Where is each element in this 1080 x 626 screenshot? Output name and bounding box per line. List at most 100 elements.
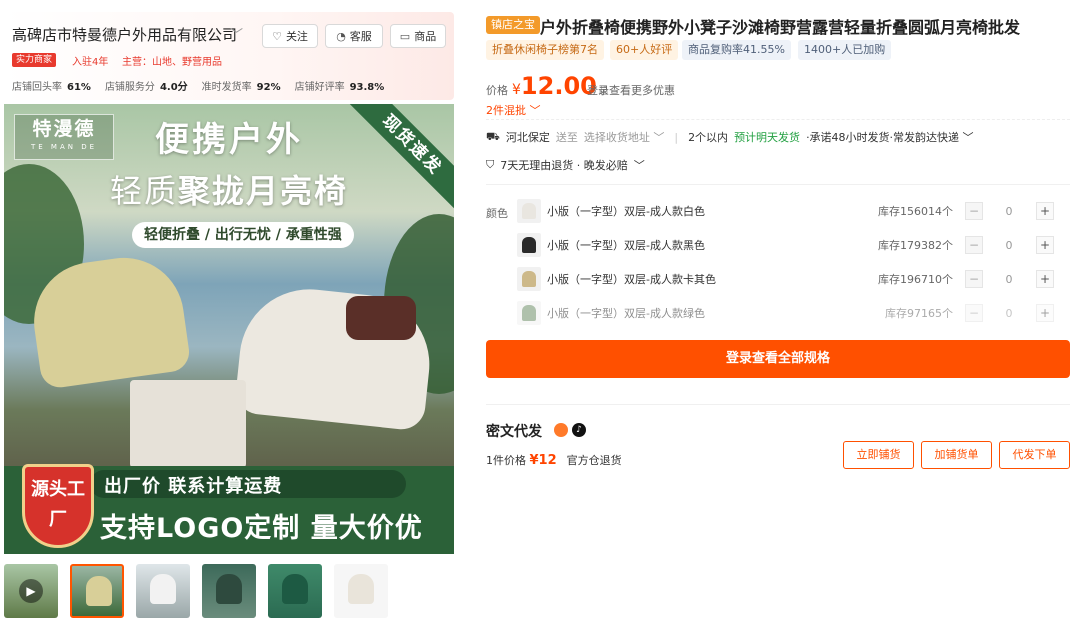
plus-button[interactable]: + (1036, 236, 1054, 254)
sku-row: 小版（一字型）双层-成人款绿色 库存97165个 − 0 + (517, 300, 1070, 326)
follow-button[interactable]: ♡ 关注 (262, 24, 318, 48)
divider (486, 404, 1070, 405)
minus-button[interactable]: − (965, 202, 983, 220)
sku-thumbnail[interactable] (517, 199, 541, 223)
chair-icon (348, 574, 374, 604)
factory-shield-badge: 源头工厂 (22, 464, 94, 548)
expected-ship: 预计明天发货 (734, 131, 801, 144)
thumbnail-image[interactable] (70, 564, 124, 618)
stat-return-rate: 店铺回头率 61% (12, 82, 91, 93)
stat-ontime-rate: 准时发货率 92% (201, 82, 281, 93)
tiktok-icon: ♪ (572, 423, 586, 437)
sku-stock: 库存179382个 (878, 239, 953, 252)
hero-features-pill: 轻便折叠 / 出行无忧 / 承重性强 (132, 222, 354, 248)
minus-button[interactable]: − (965, 304, 983, 322)
products-label: 商品 (414, 30, 437, 43)
thumbnail-image[interactable] (202, 564, 256, 618)
sku-name: 小版（一字型）双层-成人款绿色 (547, 307, 705, 320)
shop-header: 高碑店市特曼德户外用品有限公司 ﹀ ♡ 关注 ◔ 客服 ▭ 商品 实力商家 入驻… (4, 12, 454, 100)
distribute-now-button[interactable]: 立即铺货 (843, 441, 914, 469)
chair-icon (522, 271, 536, 287)
product-main-image[interactable]: 特漫德 TE MAN DE 便携户外 轻质聚拢月亮椅 轻便折叠 / 出行无忧 /… (4, 104, 454, 554)
price-label: 价格 (486, 84, 508, 97)
shield-check-icon: ⛉ (486, 158, 495, 171)
minus-button[interactable]: − (965, 270, 983, 288)
minus-button[interactable]: − (965, 236, 983, 254)
heart-icon: ♡ (272, 29, 282, 43)
chair-icon (150, 574, 176, 604)
sku-thumbnail[interactable] (517, 301, 541, 325)
chair-icon (216, 574, 242, 604)
plus-button[interactable]: + (1036, 202, 1054, 220)
sku-row: 小版（一字型）双层-成人款白色 库存156014个 − 0 + (517, 198, 1070, 224)
quantity-input[interactable]: 0 (999, 239, 1019, 252)
ship-promise[interactable]: ·承诺48小时发货·常发韵达快递 ﹀ (806, 129, 974, 145)
quantity-input[interactable]: 0 (999, 205, 1019, 218)
pillow-shape (346, 296, 416, 340)
quantity-input[interactable]: 0 (999, 273, 1019, 286)
chevron-down-icon: ﹀ (633, 159, 645, 172)
shop-years: 入驻4年 (72, 57, 109, 68)
sku-row: 小版（一字型）双层-成人款卡其色 库存196710个 − 0 + (517, 266, 1070, 292)
rank-tag[interactable]: 折叠休闲椅子榜第7名 (486, 40, 604, 60)
shop-name[interactable]: 高碑店市特曼德户外用品有限公司 (12, 24, 237, 45)
thumbnail-image[interactable] (268, 564, 322, 618)
chat-icon: ◔ (336, 29, 346, 43)
reviews-tag[interactable]: 60+人好评 (610, 40, 679, 60)
dropship-order-button[interactable]: 代发下单 (999, 441, 1070, 469)
chair-icon (282, 574, 308, 604)
power-merchant-badge: 实力商家 (12, 53, 57, 67)
cart-count-tag: 1400+人已加购 (798, 40, 892, 60)
sku-thumbnail[interactable] (517, 233, 541, 257)
product-title: 户外折叠椅便携野外小凳子沙滩椅野营露营轻量折叠圆弧月亮椅批发 (540, 18, 1021, 37)
title-badge: 镇店之宝 (486, 16, 540, 34)
login-view-all-specs-button[interactable]: 登录查看全部规格 (486, 340, 1070, 378)
service-row[interactable]: ⛉ 7天无理由退货 · 晚发必赔 ﹀ (486, 157, 645, 173)
unit-price-row: 1件价格 ¥12 官方仓退货 (486, 453, 622, 468)
color-label: 颜色 (486, 207, 508, 220)
shop-stats: 店铺回头率 61% 店铺服务分 4.0分 准时发货率 92% 店铺好评率 93.8% (12, 78, 398, 93)
stat-good-rate: 店铺好评率 93.8% (294, 82, 385, 93)
login-more-discount-link[interactable]: 登录查看更多优惠 (587, 82, 675, 98)
sku-stock: 库存97165个 (885, 307, 953, 320)
products-button[interactable]: ▭ 商品 (390, 24, 446, 48)
shipping-row: ⛟ 河北保定 送至 选择收货地址 ﹀ | 2个以内 预计明天发货 ·承诺48小时… (486, 129, 974, 145)
quantity-range[interactable]: 2个以内 (688, 129, 728, 145)
chair-icon (522, 203, 536, 219)
sku-name: 小版（一字型）双层-成人款卡其色 (547, 273, 716, 286)
hero-subheadline: 轻质聚拢月亮椅 (109, 172, 349, 210)
sku-thumbnail[interactable] (517, 267, 541, 291)
address-selector[interactable]: 选择收货地址 ﹀ (584, 129, 665, 145)
thumbnail-strip: ▶ (4, 564, 388, 618)
customer-service-button[interactable]: ◔ 客服 (325, 24, 383, 48)
chevron-down-icon: ﹀ (529, 104, 541, 117)
thumbnail-video[interactable]: ▶ (4, 564, 58, 618)
sku-stock: 库存196710个 (878, 273, 953, 286)
play-icon: ▶ (19, 579, 43, 603)
store-icon: ▭ (399, 29, 411, 43)
plus-button[interactable]: + (1036, 270, 1054, 288)
chevron-down-icon[interactable]: ﹀ (230, 24, 243, 43)
shop-main-business: 主营：山地、野营用品 (122, 57, 222, 68)
truck-icon: ⛟ (486, 129, 500, 143)
promo-band-main: 支持LOGO定制 量大价优 (100, 513, 423, 544)
follow-label: 关注 (285, 30, 308, 43)
divider (486, 119, 1070, 120)
storage-box-shape (130, 380, 246, 468)
promo-band-top: 出厂价 联系计算运费 (90, 470, 406, 498)
sku-row: 小版（一字型）双层-成人款黑色 库存179382个 − 0 + (517, 232, 1070, 258)
service-label: 客服 (349, 30, 372, 43)
divider (486, 184, 1070, 185)
mix-batch-dropdown[interactable]: 2件混批 ﹀ (486, 102, 541, 118)
chair-icon (86, 576, 112, 606)
sku-stock: 库存156014个 (878, 205, 953, 218)
thumbnail-image[interactable] (136, 564, 190, 618)
thumbnail-image[interactable] (334, 564, 388, 618)
repurchase-tag: 商品复购率41.55% (682, 40, 791, 60)
add-to-distribution-list-button[interactable]: 加铺货单 (921, 441, 992, 469)
quantity-input[interactable]: 0 (999, 307, 1019, 320)
dropship-title: 密文代发 (486, 424, 542, 440)
stat-service-score: 店铺服务分 4.0分 (104, 82, 188, 93)
plus-button[interactable]: + (1036, 304, 1054, 322)
sku-name: 小版（一字型）双层-成人款黑色 (547, 239, 705, 252)
